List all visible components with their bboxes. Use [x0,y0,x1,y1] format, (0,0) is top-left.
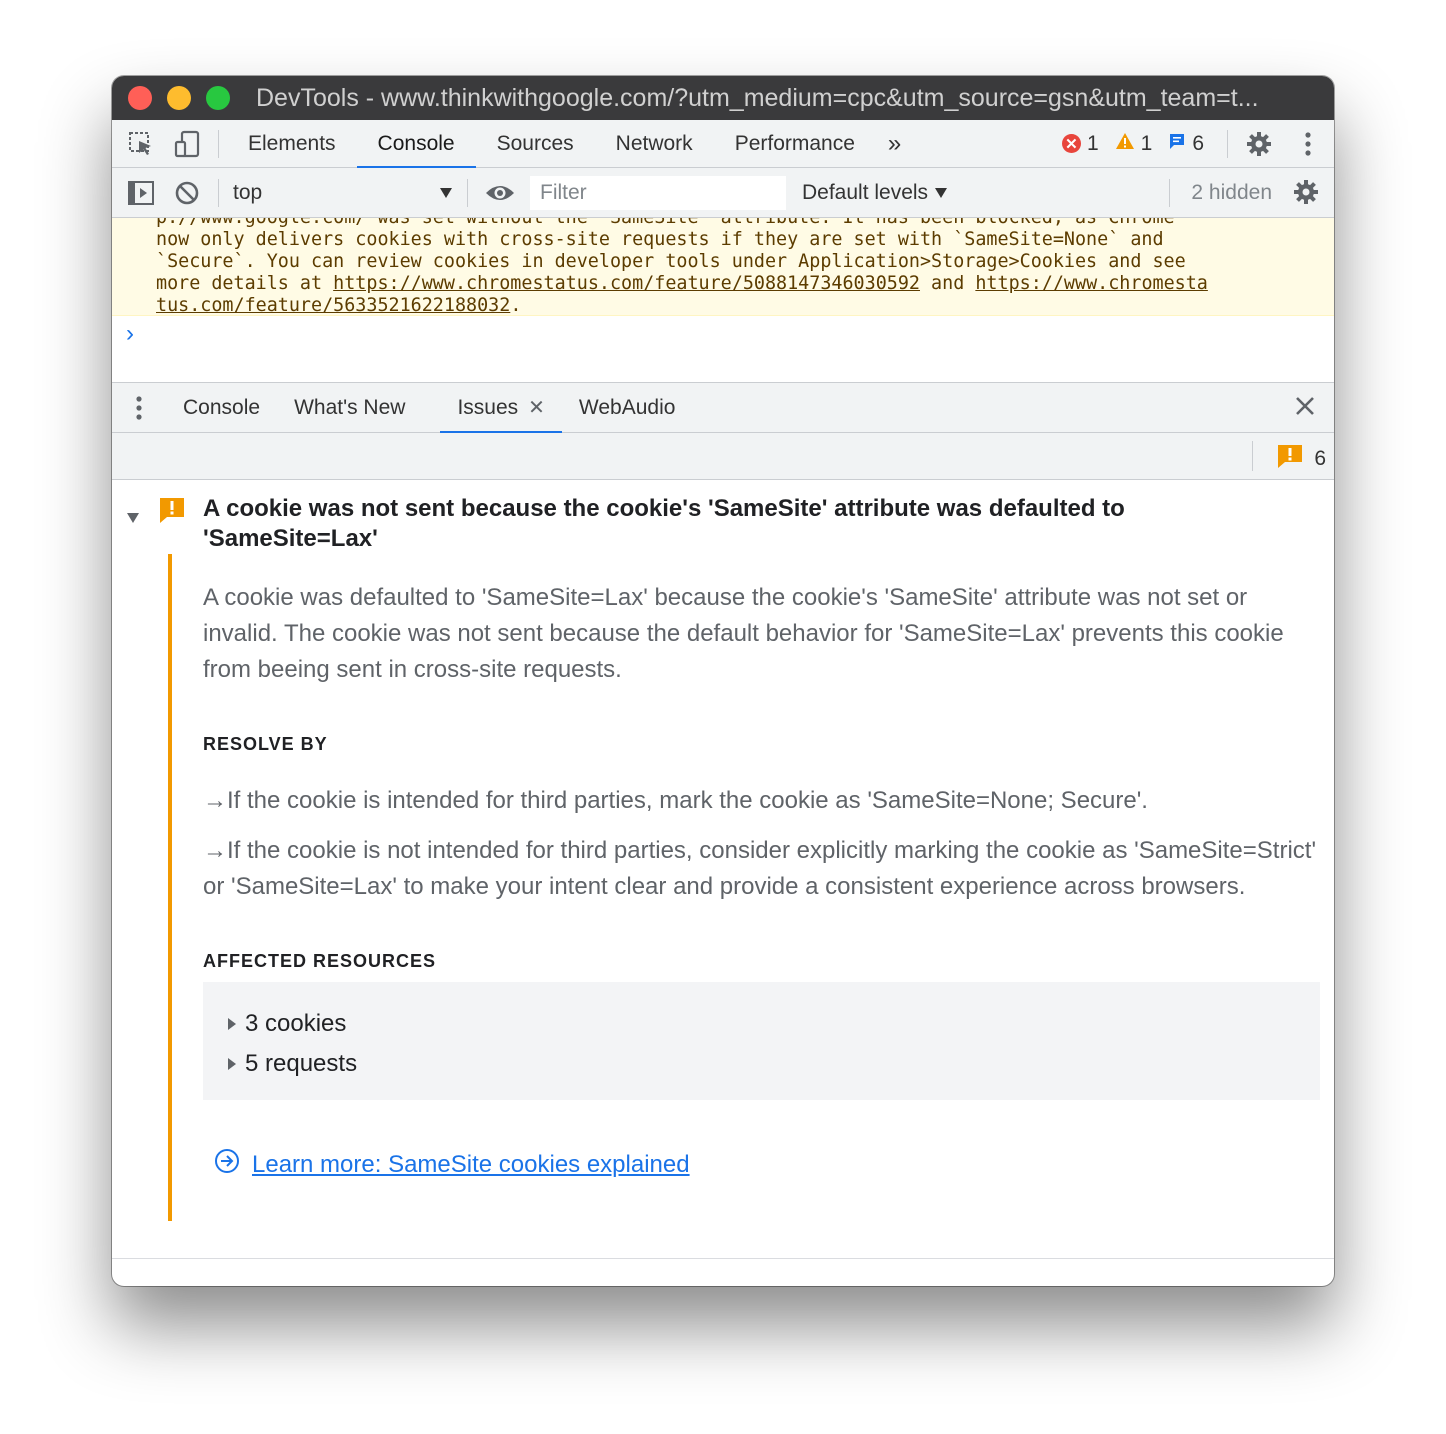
affected-cookies-row[interactable]: 3 cookies [227,1004,1296,1044]
console-filter-input[interactable]: Filter [530,175,786,210]
toolbar-divider [1252,441,1253,471]
devtools-window: DevTools - www.thinkwithgoogle.com/?utm_… [112,76,1334,1286]
affected-resources-panel: 3 cookies 5 requests [203,982,1320,1100]
info-count: 6 [1192,131,1204,155]
drawer-tab-issues-label: Issues [457,395,519,419]
drawer-menu-icon[interactable] [112,395,166,421]
drawer-tab-whats-new[interactable]: What's New [277,383,422,433]
resolve-step: →If the cookie is intended for third par… [203,787,1148,814]
close-drawer-icon[interactable] [1294,395,1316,423]
toolbar-divider [467,178,468,207]
affected-cookies-label: 3 cookies [245,1010,347,1037]
issue-description: A cookie was defaulted to 'SameSite=Lax'… [203,584,1284,683]
console-warning-message: p://www.google.com/ was set without the … [112,218,1334,316]
log-levels-dropdown[interactable]: Default levels [802,181,948,205]
issues-counter[interactable]: 6 [1276,443,1326,475]
tab-performance[interactable]: Performance [714,120,876,168]
resolve-step: →If the cookie is not intended for third… [203,837,1317,900]
tab-network[interactable]: Network [595,120,714,168]
toolbar-divider [1169,178,1170,207]
message-line: more details at https://www.chromestatus… [156,273,1322,295]
issue-item: A cookie was not sent because the cookie… [112,480,1334,1221]
tab-console[interactable]: Console [356,120,476,169]
issue-title: A cookie was not sent because the cookie… [203,495,1125,552]
message-line: `Secure`. You can review cookies in deve… [156,251,1186,272]
expand-triangle-icon [227,1010,237,1038]
error-icon: ✕ [1061,134,1081,153]
issue-warning-icon [1276,443,1304,475]
close-tab-icon[interactable]: ✕ [528,395,545,420]
main-toolbar: Elements Console Sources Network Perform… [112,120,1334,169]
resolve-by-heading: RESOLVE BY [203,734,328,754]
issue-warning-icon [158,496,186,532]
drawer-tab-console[interactable]: Console [166,383,277,433]
open-link-arrow-icon [214,1148,240,1181]
issue-header[interactable]: A cookie was not sent because the cookie… [112,494,1334,554]
issues-count: 6 [1314,447,1326,470]
drawer-tab-bar: Console What's New Issues ✕ WebAudio [112,382,1334,434]
tab-sources[interactable]: Sources [476,120,595,168]
message-icon [1168,132,1186,156]
live-expression-eye-icon[interactable] [476,169,524,217]
device-toolbar-icon[interactable] [164,120,210,168]
collapse-triangle-icon[interactable] [126,502,140,532]
inspect-element-icon[interactable] [118,120,164,168]
warning-icon [1115,132,1135,156]
issue-divider [112,1258,1334,1259]
customize-menu-icon[interactable] [1282,120,1334,168]
title-bar: DevTools - www.thinkwithgoogle.com/?utm_… [112,76,1334,120]
tab-elements[interactable]: Elements [227,120,357,168]
affected-resources-heading: AFFECTED RESOURCES [203,951,437,971]
issue-body: A cookie was defaulted to 'SameSite=Lax'… [168,554,1334,1221]
prompt-chevron-icon: › [126,320,134,347]
issue-counters[interactable]: ✕ 1 1 6 [1061,131,1204,156]
dropdown-arrow-icon [439,181,453,205]
clear-console-icon[interactable] [164,169,210,217]
message-line: now only delivers cookies with cross-sit… [156,229,1164,250]
resolve-list: →If the cookie is intended for third par… [203,783,1334,905]
show-sidebar-icon[interactable] [118,169,164,217]
context-selector[interactable]: top [227,181,467,205]
window-controls [128,86,230,110]
message-line: tus.com/feature/5633521622188032. [156,295,1322,316]
window-title: DevTools - www.thinkwithgoogle.com/?utm_… [256,83,1259,112]
chromestatus-link-1[interactable]: https://www.chromestatus.com/feature/508… [333,273,920,294]
chromestatus-link-2[interactable]: https://www.chromesta [975,273,1208,294]
expand-triangle-icon [227,1050,237,1078]
learn-more-link[interactable]: Learn more: SameSite cookies explained [252,1151,690,1179]
hidden-messages-count: 2 hidden [1191,180,1272,204]
toolbar-divider [1227,129,1228,158]
dropdown-arrow-icon [934,181,948,204]
error-count: 1 [1086,131,1099,155]
console-settings-gear-icon[interactable] [1292,178,1320,212]
learn-more: Learn more: SameSite cookies explained [214,1148,1334,1181]
issues-toolbar: 6 [112,433,1334,480]
minimize-window-button[interactable] [167,86,191,110]
toolbar-divider [218,129,219,158]
message-text: more details at [156,273,334,294]
more-tabs-button[interactable]: » [876,130,913,158]
toolbar-right [1219,120,1334,168]
message-text: . [510,295,522,316]
message-line: p://www.google.com/ was set without the … [156,218,1322,229]
settings-gear-icon[interactable] [1236,120,1282,168]
drawer-tab-webaudio[interactable]: WebAudio [562,383,693,433]
message-text: and [919,273,976,294]
affected-requests-row[interactable]: 5 requests [227,1044,1296,1084]
context-value: top [233,180,263,204]
maximize-window-button[interactable] [206,86,230,110]
console-prompt[interactable]: › [112,316,1334,382]
toolbar-divider [218,178,219,207]
chromestatus-link-2-cont[interactable]: tus.com/feature/5633521622188032 [156,295,510,315]
close-window-button[interactable] [128,86,152,110]
console-toolbar: top Filter Default levels 2 hidden [112,168,1334,218]
drawer-tab-issues[interactable]: Issues ✕ [440,383,563,434]
log-levels-label: Default levels [802,180,929,204]
warning-count: 1 [1140,131,1153,155]
affected-requests-label: 5 requests [245,1050,358,1077]
